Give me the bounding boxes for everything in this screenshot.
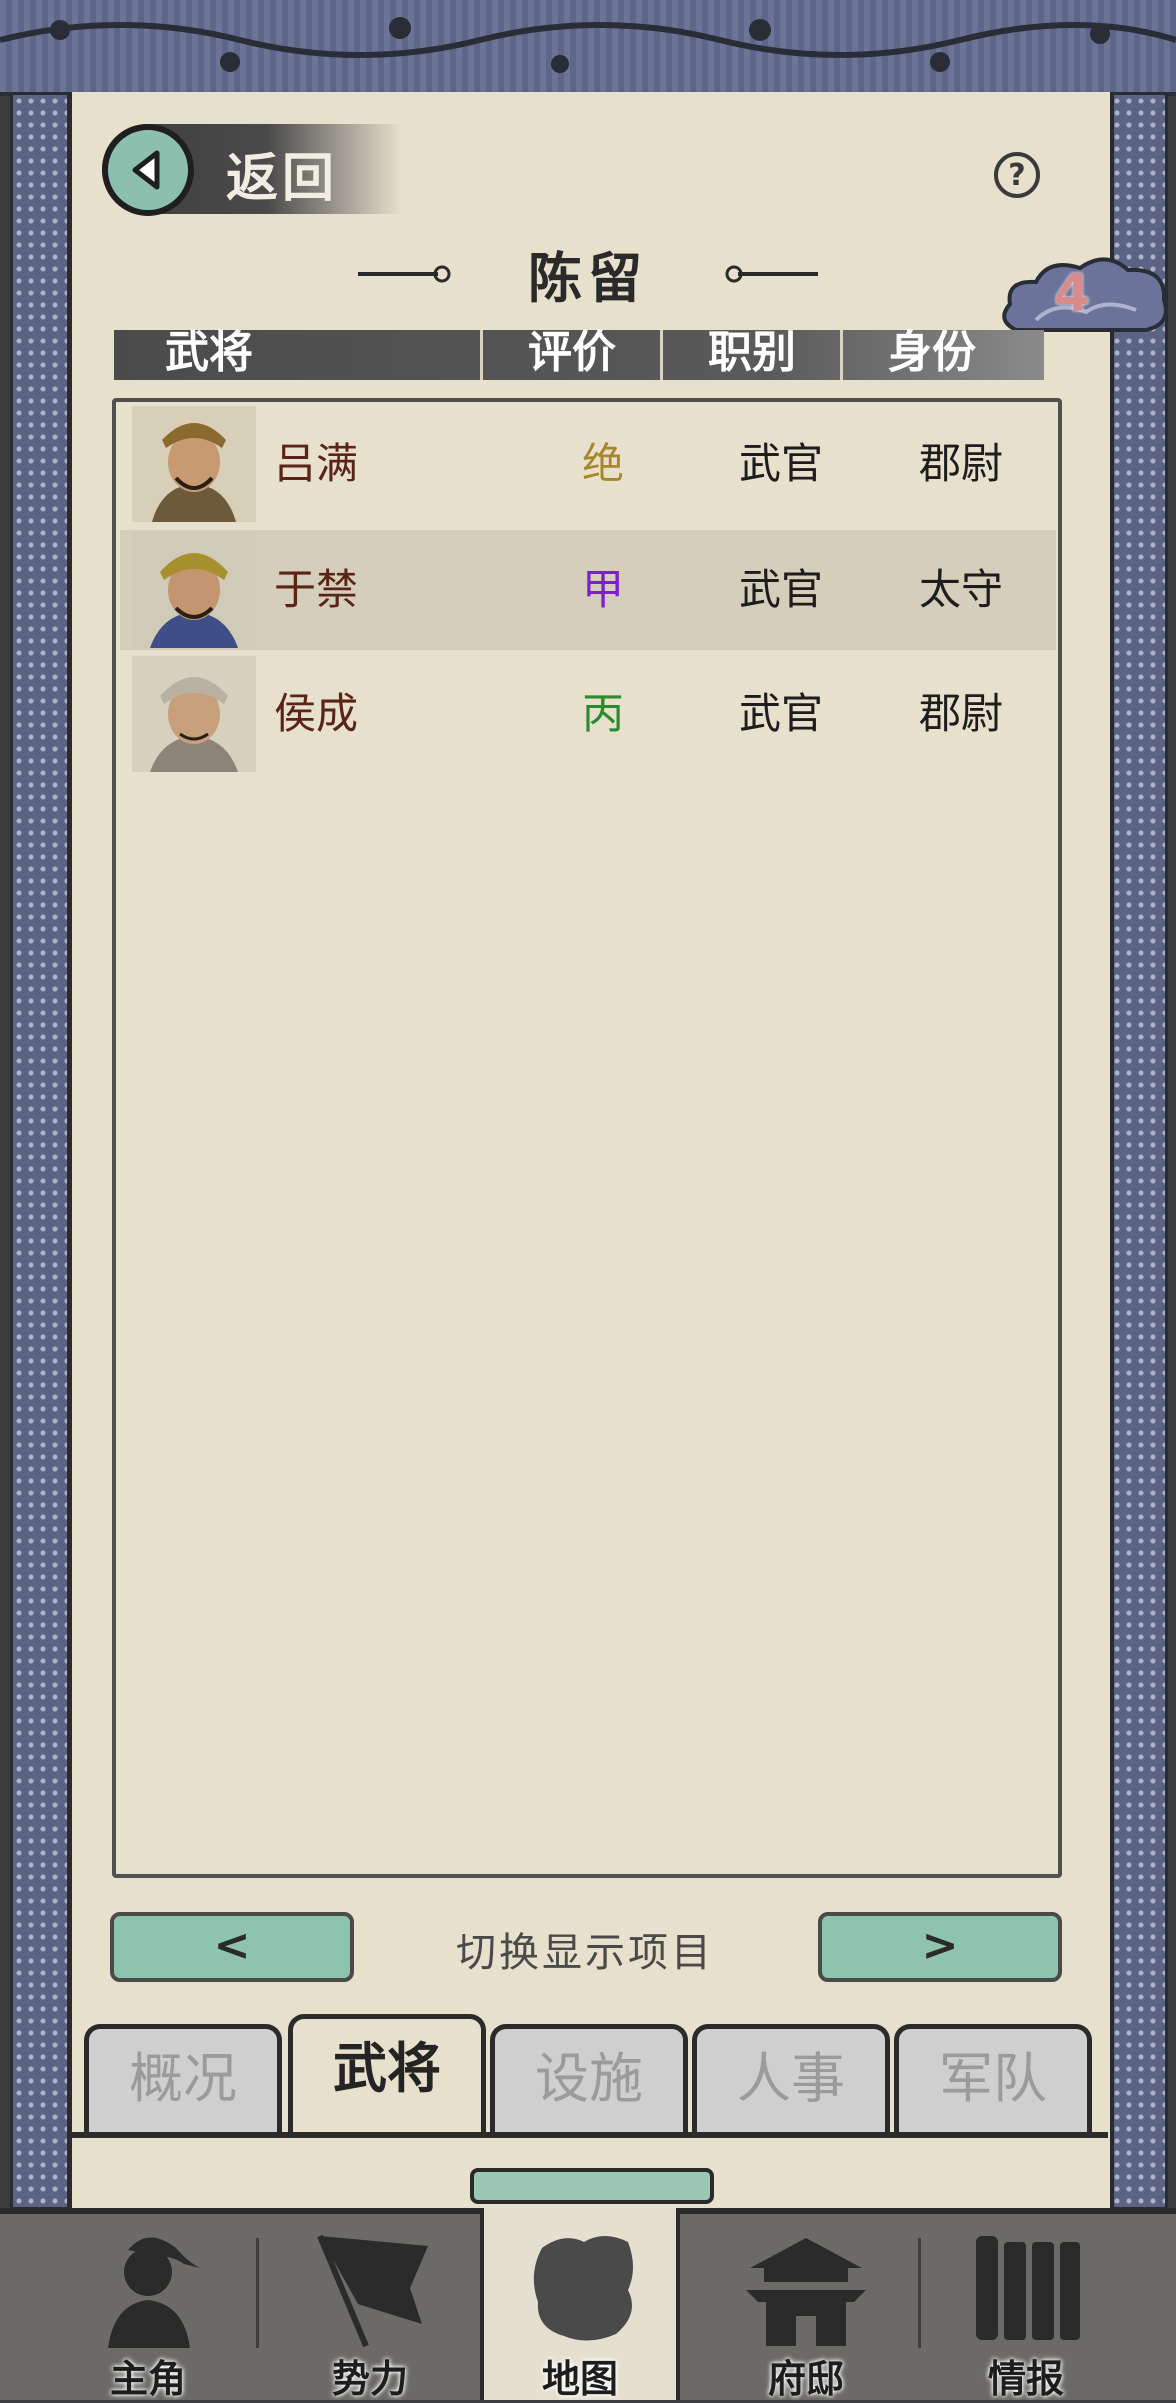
general-name: 于禁 — [274, 565, 359, 614]
nav-label: 主角 — [109, 2357, 186, 2401]
general-name: 吕满 — [274, 439, 359, 488]
avatar — [132, 532, 256, 648]
map-icon — [533, 2236, 633, 2341]
general-status: 郡尉 — [918, 439, 1003, 488]
character-icon — [108, 2237, 200, 2348]
general-status: 郡尉 — [918, 689, 1003, 738]
general-position: 武官 — [738, 565, 823, 614]
general-position: 武官 — [738, 439, 823, 488]
nav-faction[interactable]: 势力 — [270, 2208, 470, 2401]
table-row[interactable]: 于禁 甲 武官 太守 — [120, 530, 1056, 650]
floral-pattern-icon — [0, 17, 1176, 73]
next-page-button[interactable]: > — [818, 1912, 1062, 1982]
help-icon[interactable]: ? — [994, 152, 1040, 198]
badge-count: 4 — [1054, 264, 1091, 324]
toggle-display-label: 切换显示项目 — [456, 1930, 714, 1976]
column-divider — [480, 330, 483, 380]
tab-facilities[interactable]: 设施 — [490, 2024, 688, 2134]
mansion-icon — [746, 2238, 866, 2346]
nav-map[interactable]: 地图 — [480, 2208, 680, 2401]
tab-baseline — [68, 2132, 1108, 2138]
column-header-rating: 评价 — [528, 327, 616, 378]
nav-intelligence[interactable]: 情报 — [926, 2208, 1126, 2401]
tab-army[interactable]: 军队 — [894, 2024, 1092, 2134]
left-brocade-border — [10, 92, 70, 2210]
top-scroll-roller — [0, 0, 1176, 96]
title-ornament-right-icon — [725, 265, 818, 283]
tab-generals[interactable]: 武将 — [288, 2014, 486, 2136]
flag-icon — [317, 2234, 428, 2348]
nav-label: 地图 — [541, 2357, 618, 2401]
nav-label: 势力 — [331, 2357, 408, 2401]
avatar — [132, 406, 256, 522]
back-arrow-icon — [102, 124, 194, 216]
prev-page-button[interactable]: < — [110, 1912, 354, 1982]
tab-personnel[interactable]: 人事 — [692, 2024, 890, 2134]
general-status: 太守 — [918, 565, 1003, 614]
right-brocade-border — [1108, 92, 1168, 2210]
back-label: 返回 — [226, 149, 339, 209]
column-header-general: 武将 — [165, 327, 253, 378]
table-row[interactable]: 侯成 丙 武官 郡尉 — [120, 654, 1056, 774]
back-button[interactable]: 返回 — [102, 124, 402, 216]
scroll-icon — [976, 2236, 1080, 2340]
active-nav-banner — [470, 2168, 714, 2204]
general-grade: 绝 — [581, 439, 624, 488]
nav-mansion[interactable]: 府邸 — [706, 2208, 906, 2401]
nav-divider — [918, 2238, 921, 2348]
column-header-position: 职别 — [708, 327, 796, 378]
nav-divider — [256, 2238, 259, 2348]
general-position: 武官 — [738, 689, 823, 738]
tab-overview[interactable]: 概况 — [84, 2024, 282, 2134]
general-name: 侯成 — [274, 689, 359, 738]
column-header-status: 身份 — [888, 327, 976, 378]
table-row[interactable]: 吕满 绝 武官 郡尉 — [120, 404, 1056, 524]
nav-label: 情报 — [987, 2357, 1064, 2401]
avatar — [132, 656, 256, 772]
general-grade: 丙 — [581, 689, 624, 738]
column-divider — [660, 330, 663, 380]
general-grade: 甲 — [581, 565, 624, 614]
nav-protagonist[interactable]: 主角 — [48, 2208, 248, 2401]
column-divider — [840, 330, 843, 380]
nav-label: 府邸 — [767, 2357, 844, 2401]
